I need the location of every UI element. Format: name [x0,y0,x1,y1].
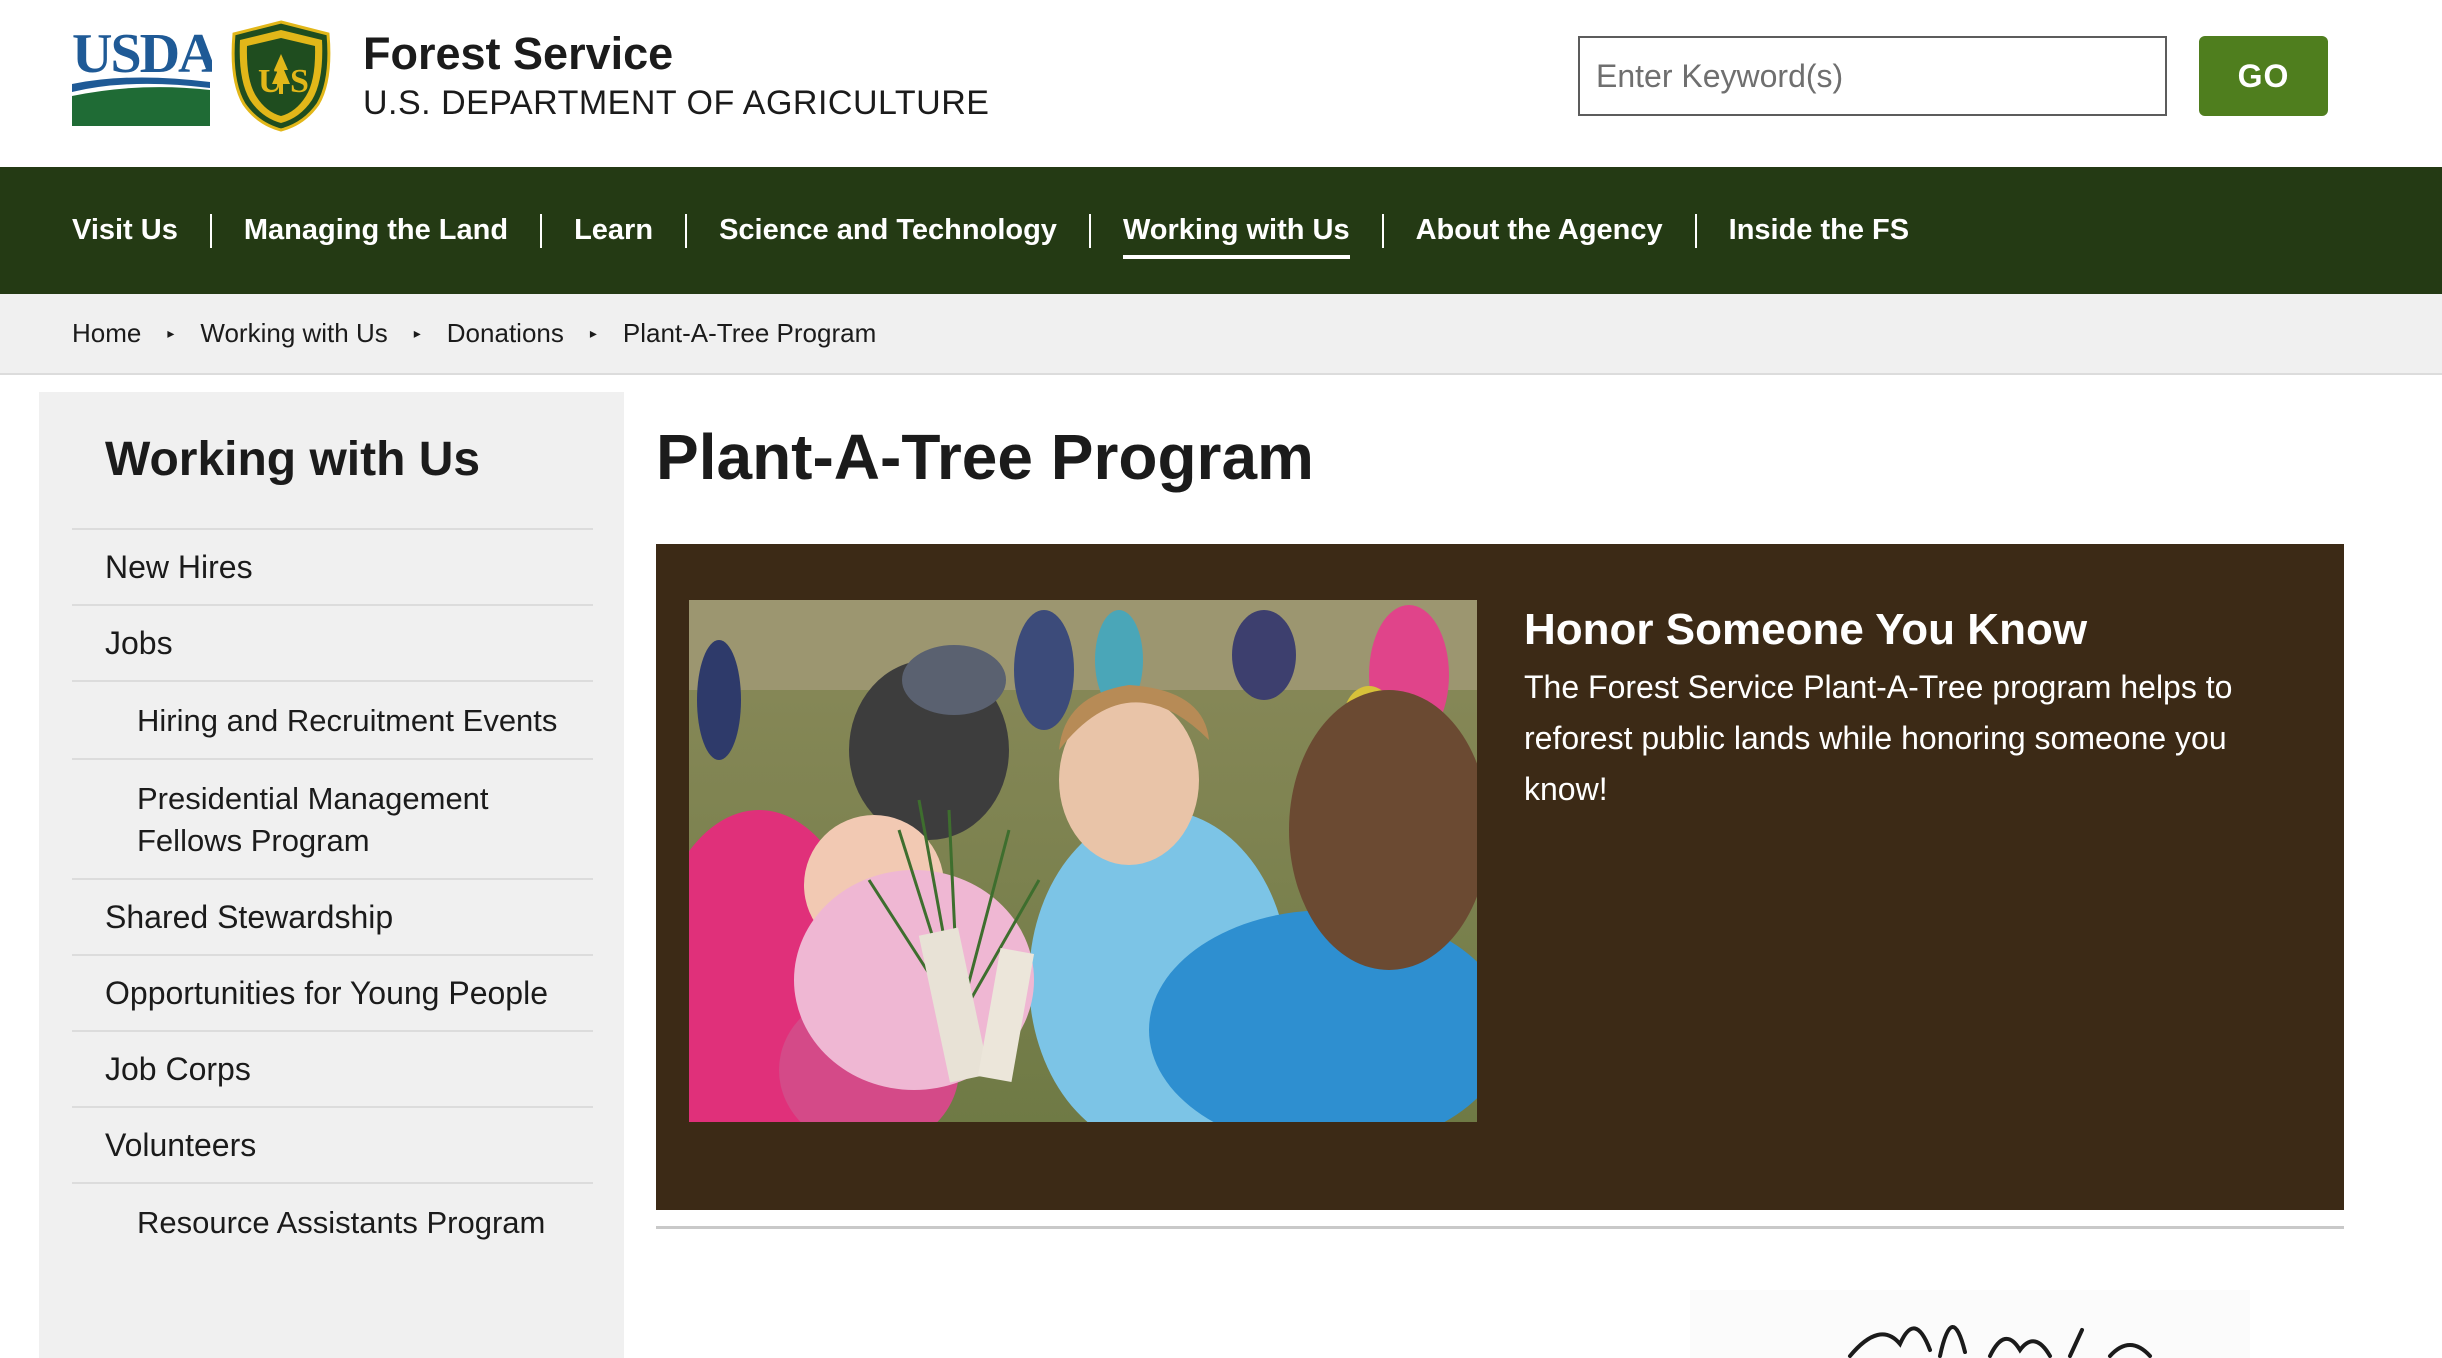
breadcrumb-current-page: Plant-A-Tree Program [622,318,877,348]
breadcrumb-donations[interactable]: Donations [447,318,564,349]
feature-photo-children-planting-trees [689,600,1477,1122]
breadcrumb-working-with-us[interactable]: Working with Us [200,318,387,349]
agency-title: Forest Service U.S. DEPARTMENT OF AGRICU… [363,26,989,124]
breadcrumb-arrow-icon: ▸ [413,325,421,341]
usda-logo[interactable]: USDA [70,26,212,126]
sidebar-item-shared-stewardship[interactable]: Shared Stewardship [72,878,593,954]
svg-text:USDA: USDA [72,26,212,85]
sidebar-title[interactable]: Working with Us [105,432,480,487]
nav-item-inside-the-fs[interactable]: Inside the FS [1729,167,1909,294]
breadcrumb-home[interactable]: Home [72,318,141,349]
primary-nav: Visit Us Managing the Land Learn Science… [0,167,2442,294]
sidebar-nav: Working with Us New Hires Jobs Hiring an… [39,392,624,1358]
sidebar-item-new-hires[interactable]: New Hires [72,528,593,604]
breadcrumb-arrow-icon: ▸ [589,325,597,341]
nav-item-learn[interactable]: Learn [574,167,653,294]
nav-divider [209,213,212,248]
feature-body: The Forest Service Plant-A-Tree program … [1524,669,2233,807]
breadcrumb-arrow-icon: ▸ [167,325,175,341]
site-header: USDA U S Forest Service U.S. DEPARTMENT … [0,0,2442,167]
handwritten-signature-image [1690,1290,2250,1358]
forest-service-shield-logo[interactable]: U S [228,20,334,132]
nav-divider [540,213,543,248]
nav-item-visit-us[interactable]: Visit Us [72,167,178,294]
content-divider [656,1226,2344,1229]
nav-item-managing-the-land[interactable]: Managing the Land [244,167,508,294]
feature-text: Honor Someone You Know The Forest Servic… [1524,602,2304,815]
nav-item-about-the-agency[interactable]: About the Agency [1416,167,1663,294]
sidebar-item-opportunities-for-young-people[interactable]: Opportunities for Young People [72,954,593,1030]
search-input[interactable] [1578,36,2167,116]
search-go-button[interactable]: GO [2199,36,2328,116]
sidebar-list: New Hires Jobs Hiring and Recruitment Ev… [72,528,593,1260]
nav-divider [1381,213,1384,248]
nav-divider [1694,213,1697,248]
sidebar-item-volunteers[interactable]: Volunteers [72,1106,593,1182]
sidebar-item-hiring-and-recruitment-events[interactable]: Hiring and Recruitment Events [72,680,593,758]
feature-banner: Honor Someone You Know The Forest Servic… [656,544,2344,1210]
sidebar-item-jobs[interactable]: Jobs [72,604,593,680]
agency-name[interactable]: Forest Service [363,26,989,82]
nav-item-science-and-technology[interactable]: Science and Technology [719,167,1057,294]
sidebar-item-presidential-management-fellows[interactable]: Presidential Management Fellows Program [72,758,593,878]
nav-item-working-with-us[interactable]: Working with Us [1122,167,1350,294]
nav-divider [685,213,688,248]
breadcrumb: Home ▸ Working with Us ▸ Donations ▸ Pla… [0,294,2442,375]
nav-divider [1088,213,1091,248]
sidebar-item-job-corps[interactable]: Job Corps [72,1030,593,1106]
feature-heading: Honor Someone You Know [1524,605,2088,654]
department-name: U.S. DEPARTMENT OF AGRICULTURE [363,84,990,122]
svg-text:S: S [290,63,309,100]
page-title: Plant-A-Tree Program [656,421,1314,493]
sidebar-item-resource-assistants-program[interactable]: Resource Assistants Program [72,1182,593,1260]
